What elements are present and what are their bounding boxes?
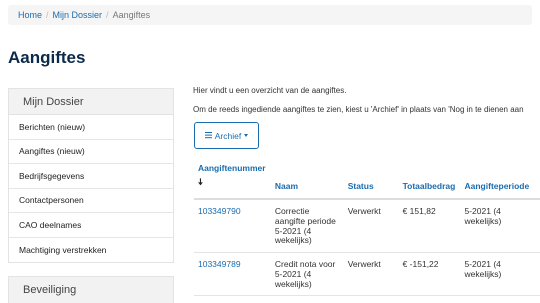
sidebar-title: Mijn Dossier — [9, 89, 173, 115]
sidebar-item-contactpersonen[interactable]: Contactpersonen — [9, 188, 173, 213]
caret-down-icon — [244, 134, 249, 137]
sidebar-item-cao-deelnames[interactable]: CAO deelnames — [9, 213, 173, 238]
column-header-aangifteperiode[interactable]: Aangifteperiode — [460, 163, 540, 200]
column-header-aangiftenummer[interactable]: Aangiftenummer 🠇 — [194, 163, 271, 200]
aangiftenummer-link[interactable]: 103349789 — [194, 252, 271, 297]
sidebar-item-bedrijfsgegevens[interactable]: Bedrijfsgegevens — [9, 164, 173, 189]
sidebar-item-aangiftes[interactable]: Aangiftes (nieuw) — [9, 139, 173, 164]
cell-naam: Correctie aangifte periode 5-2021 (4 wek… — [270, 199, 344, 254]
sidebar-mijn-dossier: Mijn Dossier Berichten (nieuw) Aangiftes… — [8, 88, 174, 263]
column-header-status[interactable]: Status — [343, 163, 399, 200]
sidebar-item-berichten[interactable]: Berichten (nieuw) — [9, 115, 173, 140]
cell-periode: 5-2021 (4 wekelijks) — [460, 199, 540, 254]
breadcrumb: Home / Mijn Dossier / Aangiftes — [8, 5, 532, 25]
sidebar-beveiliging: Beveiliging — [8, 276, 174, 303]
breadcrumb-dossier-link[interactable]: Mijn Dossier — [53, 10, 103, 20]
intro-text: Hier vindt u een overzicht van de aangif… — [193, 86, 347, 95]
intro-instructions: Om de reeds ingediende aangiftes te zien… — [193, 105, 524, 114]
cell-status: Verwerkt — [343, 252, 399, 297]
archive-button-label: Archief — [214, 130, 242, 141]
sidebar-beveiliging-title[interactable]: Beveiliging — [9, 277, 173, 303]
column-header-naam[interactable]: Naam — [270, 163, 344, 200]
cell-naam: Credit nota voor 5-2021 (4 wekelijks) — [270, 252, 344, 297]
archive-dropdown-button[interactable]: Archief — [194, 122, 259, 149]
page-title: Aangiftes — [8, 48, 86, 67]
aangiftes-table: Aangiftenummer 🠇 Naam Status Totaalbedra… — [194, 163, 540, 297]
aangiftenummer-link[interactable]: 103349790 — [194, 199, 271, 254]
cell-status: Verwerkt — [343, 199, 399, 254]
breadcrumb-current: Aangiftes — [112, 10, 151, 20]
cell-totaalbedrag: € 151,82 — [398, 199, 461, 254]
breadcrumb-home-link[interactable]: Home — [18, 10, 42, 20]
breadcrumb-separator: / — [106, 10, 109, 20]
table-row: 103349790 Correctie aangifte periode 5-2… — [194, 199, 540, 254]
table-row: 103349789 Credit nota voor 5-2021 (4 wek… — [194, 252, 540, 297]
list-icon — [204, 132, 212, 139]
breadcrumb-separator: / — [46, 10, 49, 20]
column-header-totaalbedrag[interactable]: Totaalbedrag — [398, 163, 461, 200]
sort-down-arrow-icon: 🠇 — [198, 177, 203, 187]
table-header-row: Aangiftenummer 🠇 Naam Status Totaalbedra… — [194, 163, 540, 200]
main-content: Hier vindt u een overzicht van de aangif… — [193, 86, 540, 124]
cell-totaalbedrag: € -151,22 — [398, 252, 461, 297]
column-header-label: Aangiftenummer — [198, 163, 266, 173]
cell-periode: 5-2021 (4 wekelijks) — [460, 252, 540, 297]
sidebar-item-machtiging[interactable]: Machtiging verstrekken — [9, 237, 173, 262]
